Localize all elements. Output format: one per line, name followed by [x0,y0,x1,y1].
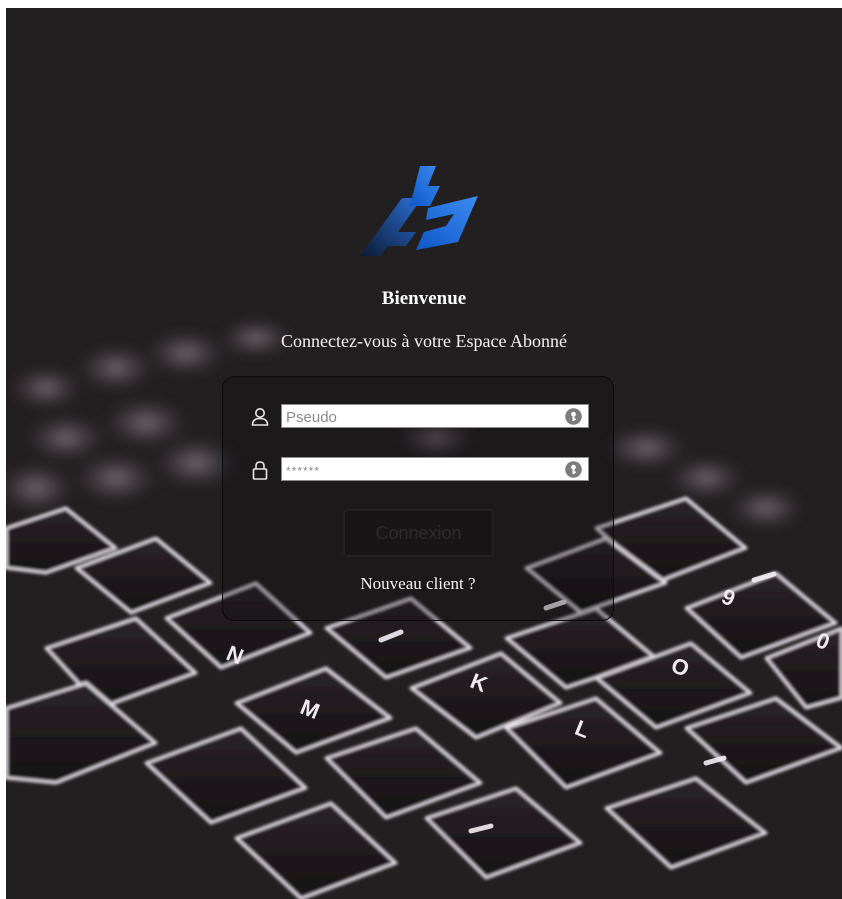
key-badge-icon[interactable] [565,408,582,425]
password-row [249,457,589,483]
username-input[interactable] [281,404,589,428]
login-form: Connexion Nouveau client ? [222,376,614,621]
welcome-title: Bienvenue [381,288,467,309]
connexion-button[interactable]: Connexion [343,509,494,557]
new-client-link[interactable]: Nouveau client ? [223,574,613,594]
password-input[interactable] [281,457,589,481]
login-subtitle: Connectez-vous à votre Espace Abonné [281,331,567,351]
login-page: N M K L O 9 0 Bienvenue Connectez-vous à… [6,8,842,899]
user-icon [251,408,269,426]
username-row [249,404,589,430]
lock-icon [252,461,268,480]
brand-logo [360,166,478,256]
key-badge-icon[interactable] [565,461,582,478]
